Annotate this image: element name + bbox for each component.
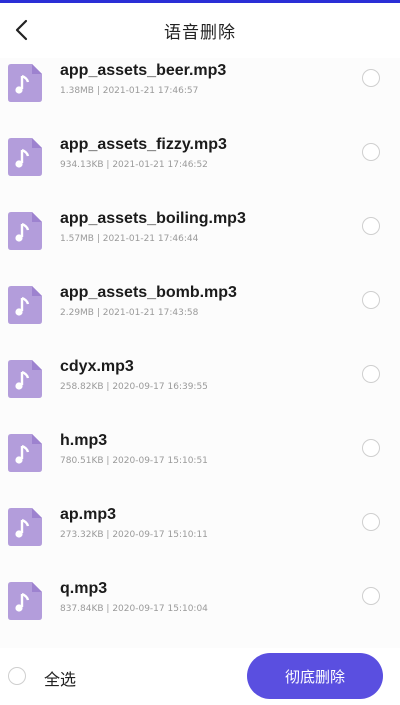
audio-file-icon — [8, 360, 42, 398]
select-radio[interactable] — [362, 513, 380, 531]
file-name: app_assets_boiling.mp3 — [60, 210, 246, 227]
file-row[interactable]: q.mp3 837.84KB | 2020-09-17 15:10:04 — [0, 576, 400, 648]
file-name: app_assets_beer.mp3 — [60, 62, 227, 79]
file-meta: 258.82KB | 2020-09-17 16:39:55 — [60, 382, 208, 392]
select-radio[interactable] — [362, 365, 380, 383]
audio-file-icon — [8, 138, 42, 176]
file-name: q.mp3 — [60, 580, 108, 597]
file-meta: 780.51KB | 2020-09-17 15:10:51 — [60, 456, 208, 466]
file-name: h.mp3 — [60, 432, 108, 449]
select-radio[interactable] — [362, 217, 380, 235]
audio-file-icon — [8, 286, 42, 324]
file-meta: 1.57MB | 2021-01-21 17:46:44 — [60, 234, 199, 244]
audio-file-icon — [8, 582, 42, 620]
file-row[interactable]: ap.mp3 273.32KB | 2020-09-17 15:10:11 — [0, 502, 400, 576]
file-meta: 934.13KB | 2021-01-21 17:46:52 — [60, 160, 208, 170]
file-list[interactable]: app_assets_beer.mp3 1.38MB | 2021-01-21 … — [0, 58, 400, 648]
select-radio[interactable] — [362, 439, 380, 457]
page-title: 语音删除 — [164, 23, 236, 43]
file-row[interactable]: app_assets_bomb.mp3 2.29MB | 2021-01-21 … — [0, 280, 400, 354]
file-meta: 837.84KB | 2020-09-17 15:10:04 — [60, 604, 208, 614]
file-row[interactable]: cdyx.mp3 258.82KB | 2020-09-17 16:39:55 — [0, 354, 400, 428]
file-meta: 2.29MB | 2021-01-21 17:43:58 — [60, 308, 199, 318]
delete-permanently-button[interactable]: 彻底删除 — [247, 653, 383, 699]
select-all-label[interactable]: 全选 — [44, 666, 76, 690]
audio-file-icon — [8, 64, 42, 102]
bottom-action-bar: 全选 彻底删除 — [0, 648, 400, 705]
audio-file-icon — [8, 212, 42, 250]
select-radio[interactable] — [362, 143, 380, 161]
file-name: ap.mp3 — [60, 506, 117, 523]
select-radio[interactable] — [362, 69, 380, 87]
select-radio[interactable] — [362, 587, 380, 605]
audio-file-icon — [8, 508, 42, 546]
audio-file-icon — [8, 434, 42, 472]
file-name: app_assets_bomb.mp3 — [60, 284, 237, 301]
back-button[interactable] — [4, 13, 38, 47]
file-row[interactable]: app_assets_boiling.mp3 1.57MB | 2021-01-… — [0, 206, 400, 280]
file-row[interactable]: app_assets_beer.mp3 1.38MB | 2021-01-21 … — [0, 58, 400, 132]
file-row[interactable]: h.mp3 780.51KB | 2020-09-17 15:10:51 — [0, 428, 400, 502]
file-name: app_assets_fizzy.mp3 — [60, 136, 227, 153]
select-all-radio[interactable] — [8, 667, 26, 685]
header-bar: 语音删除 — [0, 3, 400, 58]
file-name: cdyx.mp3 — [60, 358, 134, 375]
file-meta: 1.38MB | 2021-01-21 17:46:57 — [60, 86, 199, 96]
select-radio[interactable] — [362, 291, 380, 309]
chevron-left-icon — [15, 19, 28, 41]
file-meta: 273.32KB | 2020-09-17 15:10:11 — [60, 530, 208, 540]
file-row[interactable]: app_assets_fizzy.mp3 934.13KB | 2021-01-… — [0, 132, 400, 206]
